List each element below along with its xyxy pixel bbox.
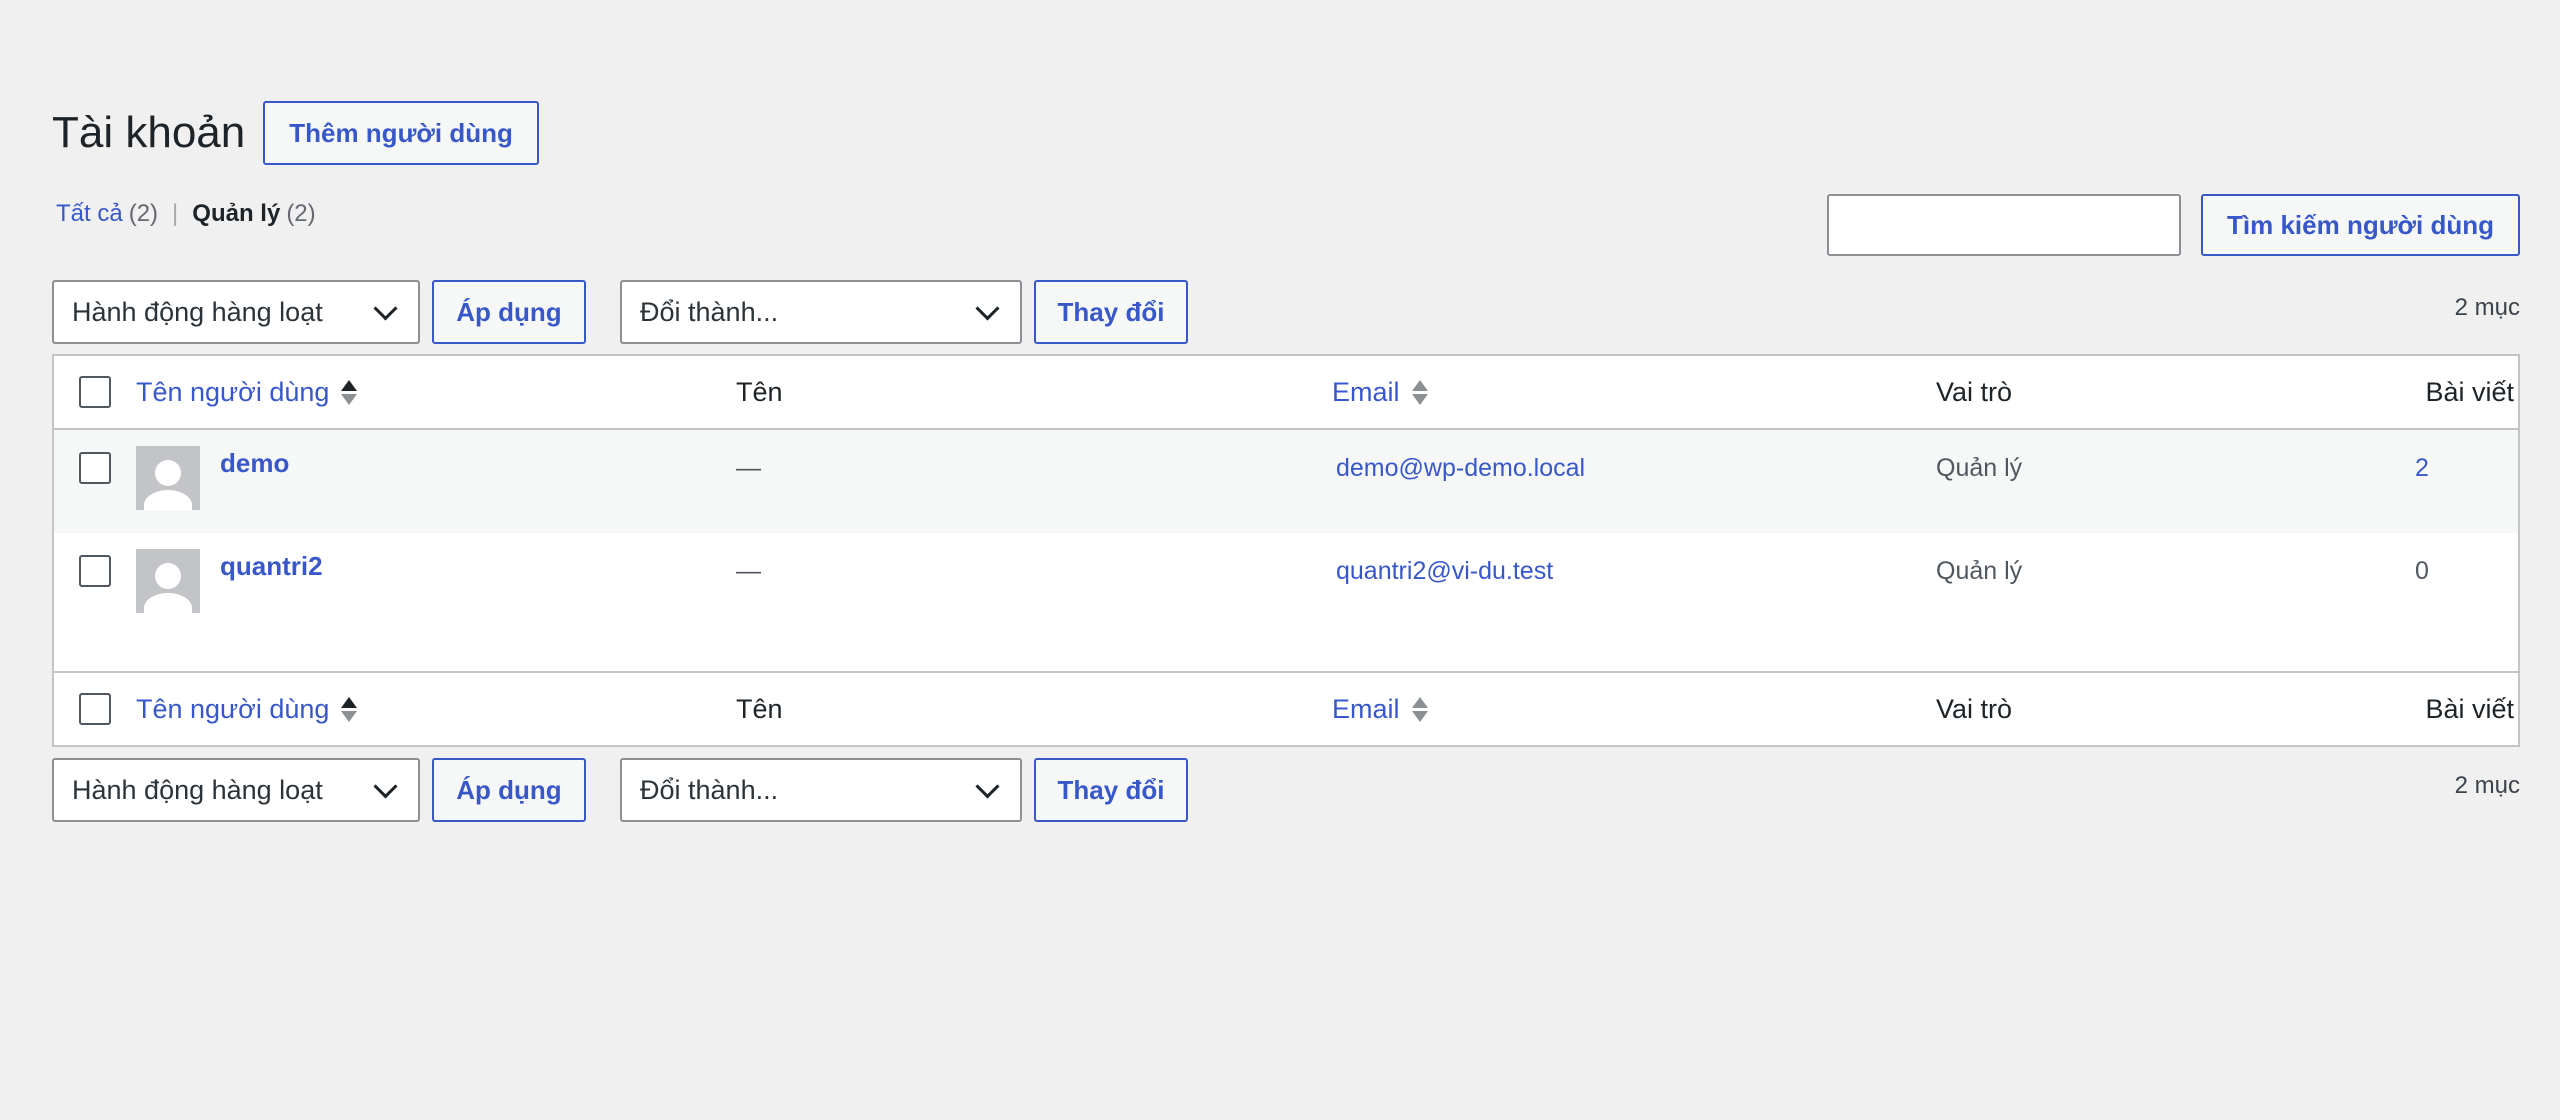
sort-arrows-icon — [341, 696, 358, 722]
posts-cell: 0 — [2306, 533, 2518, 671]
items-count-bottom: 2 mục — [2454, 772, 2520, 799]
users-page: Tài khoản Thêm người dùng Tất cả (2) | Q… — [0, 0, 2560, 1120]
table-row: quantri2 — quantri2@vi-du.test Quản lý 0 — [54, 533, 2518, 671]
apply-button[interactable]: Áp dụng — [432, 280, 586, 344]
filter-admin-count: (2) — [286, 200, 316, 227]
column-footer-posts: Bài viết — [2425, 693, 2514, 724]
change-role-group: Đổi thành... Thay đổi — [620, 280, 1188, 344]
table-footer-row: Tên người dùng Tên Email Vai trò Bài viế… — [54, 671, 2518, 745]
change-role-group-bottom: Đổi thành... Thay đổi — [620, 758, 1188, 822]
email-cell: demo@wp-demo.local — [1332, 430, 1936, 533]
default-avatar-icon — [136, 549, 200, 613]
column-header-email[interactable]: Email — [1332, 377, 1936, 408]
chevron-down-icon — [975, 295, 1000, 321]
column-label-username: Tên người dùng — [136, 376, 330, 407]
change-role-value: Đổi thành... — [640, 296, 779, 327]
name-cell: — — [736, 454, 761, 482]
chevron-down-icon — [373, 773, 398, 799]
sort-arrows-icon — [1411, 696, 1428, 722]
filter-all-count: (2) — [128, 200, 159, 227]
filter-admin-link[interactable]: Quản lý — [192, 196, 280, 232]
page-title: Tài khoản — [52, 108, 246, 157]
change-role-select[interactable]: Đổi thành... — [620, 280, 1022, 344]
username-cell: quantri2 — [136, 533, 736, 671]
change-role-button[interactable]: Thay đổi — [1034, 280, 1188, 344]
username-cell: demo — [136, 430, 736, 533]
select-all-cell — [54, 693, 136, 725]
sort-arrows-icon — [341, 379, 358, 405]
change-role-select-bottom[interactable]: Đổi thành... — [620, 758, 1022, 822]
bulk-action-select-bottom[interactable]: Hành động hàng loạt — [52, 758, 420, 822]
bulk-action-value: Hành động hàng loạt — [72, 774, 323, 805]
filter-separator: | — [172, 200, 179, 227]
email-link[interactable]: demo@wp-demo.local — [1336, 454, 1585, 482]
bulk-action-select[interactable]: Hành động hàng loạt — [52, 280, 420, 344]
row-checkbox[interactable] — [79, 555, 111, 587]
tablenav-bottom: Hành động hàng loạt Áp dụng Đổi thành...… — [52, 758, 2520, 822]
column-header-role: Vai trò — [1936, 376, 2013, 407]
username-link[interactable]: quantri2 — [220, 551, 323, 671]
column-footer-username[interactable]: Tên người dùng — [136, 694, 736, 725]
column-footer-email[interactable]: Email — [1332, 694, 1936, 725]
role-filter-links: Tất cả (2) | Quản lý (2) — [56, 196, 316, 232]
column-header-name: Tên — [736, 376, 783, 407]
change-role-value: Đổi thành... — [640, 774, 779, 805]
posts-count: 0 — [2415, 557, 2429, 585]
tablenav-top: Hành động hàng loạt Áp dụng Đổi thành...… — [52, 280, 2520, 344]
search-box: Tìm kiếm người dùng — [1827, 194, 2520, 256]
table-header-row: Tên người dùng Tên Email Vai trò Bài viế… — [54, 356, 2518, 430]
role-cell: Quản lý — [1936, 454, 2023, 482]
select-all-checkbox-footer[interactable] — [79, 693, 111, 725]
column-footer-name: Tên — [736, 693, 783, 724]
column-label-email: Email — [1332, 693, 1400, 724]
chevron-down-icon — [373, 295, 398, 321]
column-header-posts: Bài viết — [2425, 376, 2514, 407]
search-input[interactable] — [1827, 194, 2182, 256]
filter-all-link[interactable]: Tất cả — [56, 196, 123, 232]
column-footer-role: Vai trò — [1936, 693, 2013, 724]
add-user-button[interactable]: Thêm người dùng — [263, 101, 539, 165]
name-cell: — — [736, 557, 761, 585]
sort-arrows-icon — [1411, 379, 1428, 405]
column-label-email: Email — [1332, 376, 1400, 407]
chevron-down-icon — [975, 773, 1000, 799]
apply-button-bottom[interactable]: Áp dụng — [432, 758, 586, 822]
page-heading: Tài khoản Thêm người dùng — [52, 100, 539, 166]
email-cell: quantri2@vi-du.test — [1332, 533, 1936, 671]
row-check-cell — [54, 430, 136, 533]
select-all-cell — [54, 376, 136, 408]
posts-cell: 2 — [2306, 430, 2518, 533]
bulk-action-value: Hành động hàng loạt — [72, 296, 323, 327]
role-cell: Quản lý — [1936, 557, 2023, 585]
username-link[interactable]: demo — [220, 448, 289, 533]
column-label-username: Tên người dùng — [136, 693, 330, 724]
search-users-button[interactable]: Tìm kiếm người dùng — [2201, 194, 2520, 256]
row-check-cell — [54, 533, 136, 671]
change-role-button-bottom[interactable]: Thay đổi — [1034, 758, 1188, 822]
default-avatar-icon — [136, 446, 200, 510]
users-table: Tên người dùng Tên Email Vai trò Bài viế… — [52, 354, 2520, 747]
select-all-checkbox[interactable] — [79, 376, 111, 408]
column-header-username[interactable]: Tên người dùng — [136, 377, 736, 408]
posts-count-link[interactable]: 2 — [2415, 454, 2429, 482]
row-checkbox[interactable] — [79, 452, 111, 484]
table-row: demo — demo@wp-demo.local Quản lý 2 — [54, 430, 2518, 533]
email-link[interactable]: quantri2@vi-du.test — [1336, 557, 1553, 585]
items-count: 2 mục — [2454, 294, 2520, 321]
